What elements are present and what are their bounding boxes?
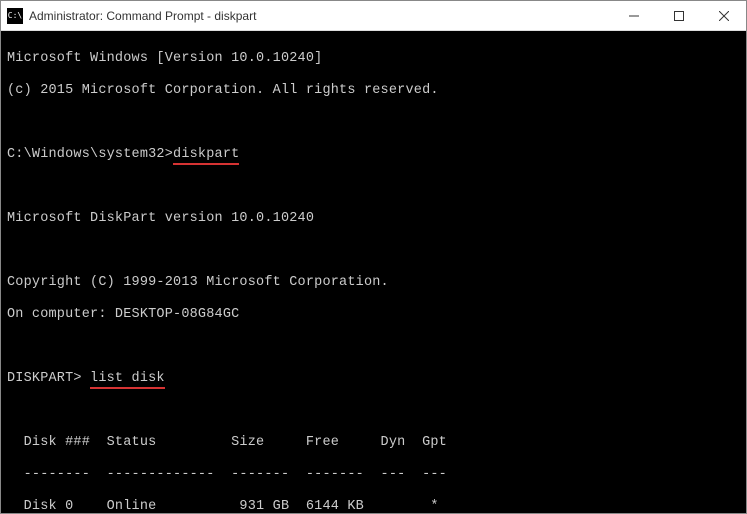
prompt-line-2: DISKPART> list disk	[7, 371, 740, 387]
version-line: Microsoft Windows [Version 10.0.10240]	[7, 51, 740, 67]
minimize-icon	[629, 11, 639, 21]
prompt-line-1: C:\Windows\system32>diskpart	[7, 147, 740, 163]
console-output[interactable]: Microsoft Windows [Version 10.0.10240] (…	[1, 31, 746, 513]
disk-row: Disk 0 Online 931 GB 6144 KB *	[7, 499, 740, 513]
diskpart-copyright: Copyright (C) 1999-2013 Microsoft Corpor…	[7, 275, 740, 291]
close-icon	[719, 11, 729, 21]
disk-table-divider: -------- ------------- ------- ------- -…	[7, 467, 740, 483]
command-prompt-window: C:\ Administrator: Command Prompt - disk…	[0, 0, 747, 514]
cmd-diskpart: diskpart	[173, 147, 239, 165]
diskpart-prompt: DISKPART>	[7, 371, 90, 386]
diskpart-computer: On computer: DESKTOP-08G84GC	[7, 307, 740, 323]
titlebar[interactable]: C:\ Administrator: Command Prompt - disk…	[1, 1, 746, 31]
window-title: Administrator: Command Prompt - diskpart	[29, 9, 611, 23]
window-controls	[611, 1, 746, 30]
copyright-line: (c) 2015 Microsoft Corporation. All righ…	[7, 83, 740, 99]
diskpart-version: Microsoft DiskPart version 10.0.10240	[7, 211, 740, 227]
disk-table-header: Disk ### Status Size Free Dyn Gpt	[7, 435, 740, 451]
maximize-icon	[674, 11, 684, 21]
cmd-list-disk: list disk	[90, 371, 165, 389]
cmd-icon: C:\	[7, 8, 23, 24]
maximize-button[interactable]	[656, 1, 701, 30]
minimize-button[interactable]	[611, 1, 656, 30]
close-button[interactable]	[701, 1, 746, 30]
prompt-path: C:\Windows\system32>	[7, 147, 173, 162]
